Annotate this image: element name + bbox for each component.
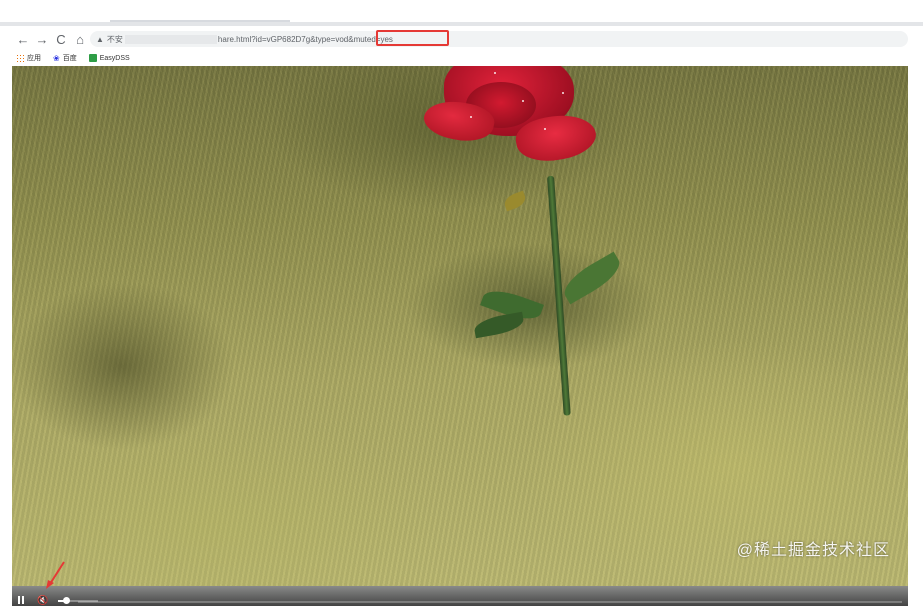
browser-toolbar: ← → C ⌂ ▲ 不安 hare.html?id=vGP682D7g&type… xyxy=(0,28,923,50)
apps-grid-icon xyxy=(16,54,24,62)
sparkle xyxy=(522,100,524,102)
tab-strip-border xyxy=(0,22,923,26)
redacted-host xyxy=(124,34,217,44)
video-player[interactable]: @稀土掘金技术社区 xyxy=(12,66,908,586)
home-icon: ⌂ xyxy=(76,31,84,47)
security-label: 不安 xyxy=(106,34,123,44)
bookmark-label: EasyDSS xyxy=(99,54,130,62)
forward-arrow-icon: → xyxy=(35,31,49,47)
watermark: @稀土掘金技术社区 xyxy=(736,542,890,559)
rose-leaf xyxy=(472,311,526,339)
baidu-paw-icon: ❀ xyxy=(53,54,60,63)
sparkle xyxy=(544,128,546,130)
address-bar[interactable]: ▲ 不安 hare.html?id=vGP682D7g&type=vod &mut… xyxy=(90,31,908,47)
bookmark-baidu[interactable]: ❀ 百度 xyxy=(53,53,77,63)
bookmark-easydss[interactable]: EasyDSS xyxy=(88,54,130,62)
bookmark-label: 应用 xyxy=(27,55,41,62)
rose-leaf xyxy=(502,190,528,212)
tab-strip xyxy=(0,0,923,28)
reload-button[interactable]: C xyxy=(52,30,70,48)
volume-knob[interactable] xyxy=(63,597,71,604)
url-path: hare.html?id=vGP682D7g&type=vod xyxy=(217,34,349,44)
progress-bar[interactable] xyxy=(78,601,902,603)
url-highlight-box xyxy=(376,30,449,46)
rose-leaf xyxy=(558,251,626,305)
easydss-icon xyxy=(88,54,97,62)
back-button[interactable]: ← xyxy=(14,30,32,48)
sparkle xyxy=(562,92,564,94)
not-secure-warning-icon: ▲ xyxy=(96,34,104,44)
pause-button[interactable] xyxy=(17,596,25,604)
forward-button[interactable]: → xyxy=(33,30,51,48)
bookmark-apps[interactable]: 应用 xyxy=(16,53,41,63)
reload-icon: C xyxy=(56,31,66,47)
muted-speaker-icon[interactable]: 🔇 xyxy=(37,596,48,605)
back-arrow-icon: ← xyxy=(16,31,30,47)
bookmark-label: 百度 xyxy=(62,55,77,62)
rose-flower xyxy=(420,66,600,182)
player-controls: 🔇 xyxy=(12,586,908,606)
home-button[interactable]: ⌂ xyxy=(71,30,89,48)
bookmarks-bar: 应用 ❀ 百度 EasyDSS xyxy=(0,50,923,66)
sparkle xyxy=(470,116,472,118)
sparkle xyxy=(494,72,496,74)
